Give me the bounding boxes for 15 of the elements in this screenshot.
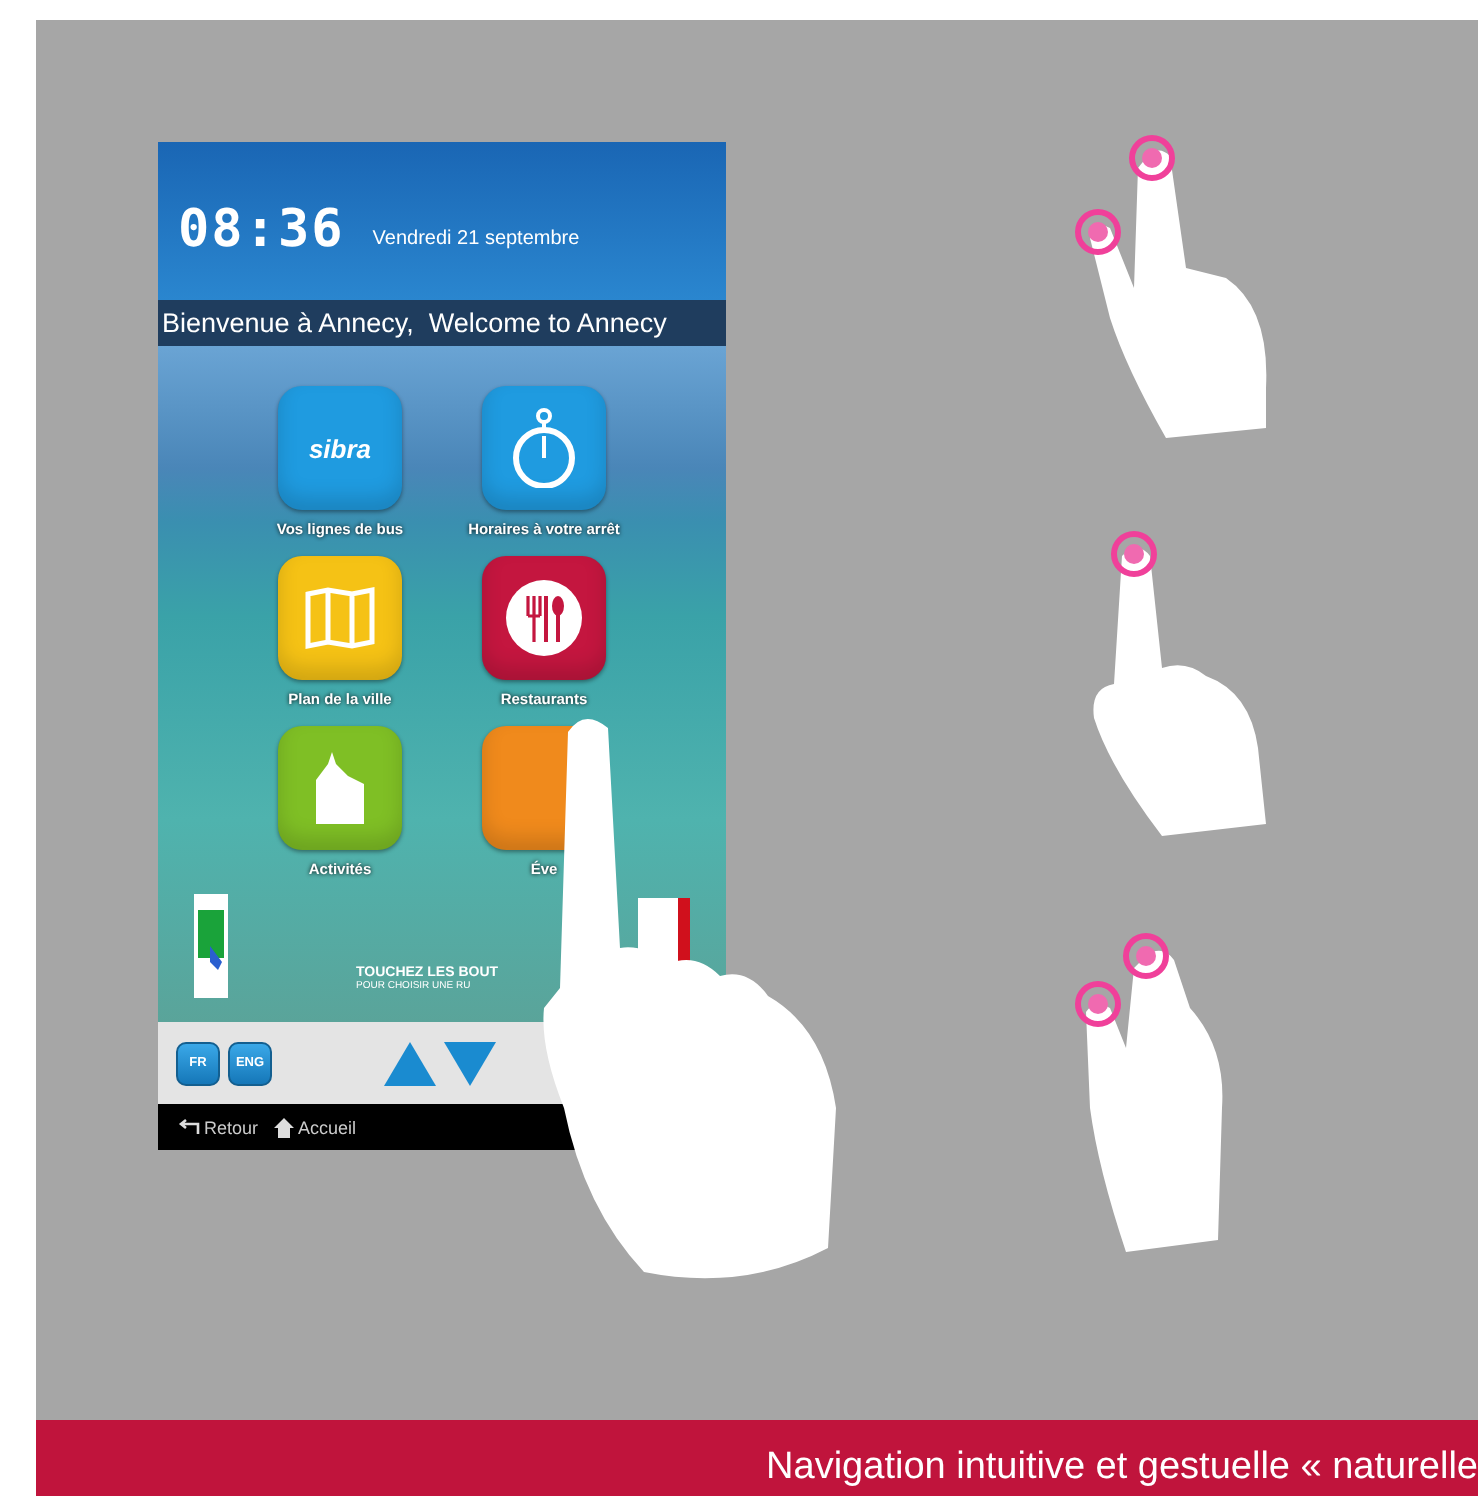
- home-icon: [274, 1117, 295, 1137]
- back-icon: [178, 1118, 200, 1136]
- scroll-up-icon[interactable]: [384, 1041, 436, 1085]
- bus-logo: sibra: [308, 433, 372, 463]
- welcome-banner: Bienvenue à Annecy, Welcome to Annecy: [158, 300, 726, 346]
- clock-time: 08:36: [178, 200, 345, 260]
- cutlery-icon: [504, 578, 584, 658]
- caption-text: Navigation intuitive et gestuelle « naturelle: [766, 1446, 1478, 1490]
- back-button[interactable]: Retour: [178, 1117, 259, 1137]
- date-text: Vendredi 21 septembre: [372, 228, 580, 254]
- community-logo-icon: [194, 894, 228, 998]
- map-icon: [304, 586, 376, 650]
- scroll-down-icon[interactable]: [444, 1041, 496, 1085]
- home-button[interactable]: Accueil: [274, 1117, 357, 1137]
- stopwatch-icon: [508, 408, 580, 488]
